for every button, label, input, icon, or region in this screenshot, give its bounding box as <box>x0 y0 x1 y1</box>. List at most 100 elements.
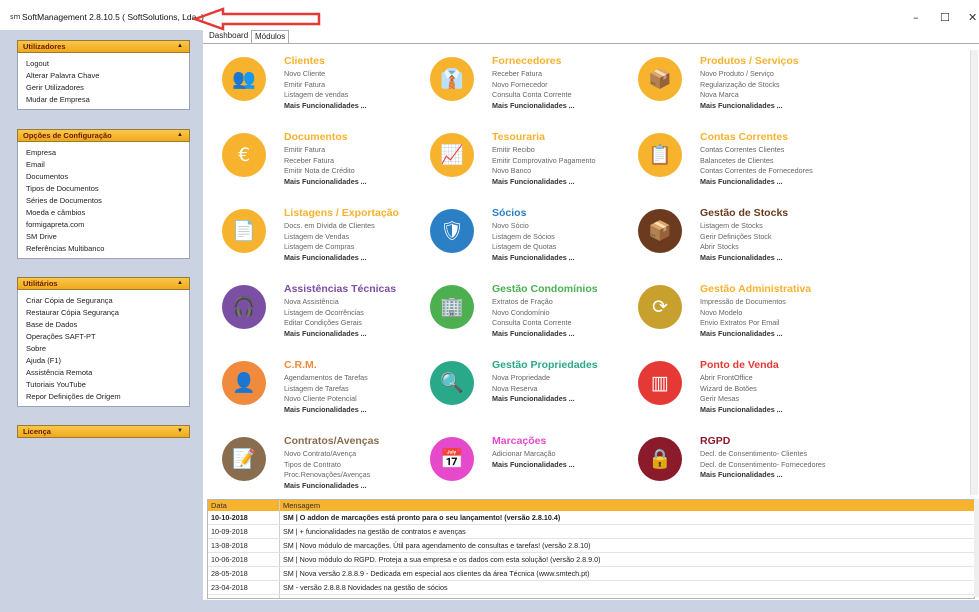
module-title[interactable]: Sócios <box>492 207 526 219</box>
module-link[interactable]: Novo Condomínio <box>492 308 550 317</box>
table-row[interactable]: 28-05-2018 SM | Nova versão 2.8.8.9 - Ded… <box>208 568 974 581</box>
module-title[interactable]: Fornecedores <box>492 55 561 67</box>
module-title[interactable]: Gestão de Stocks <box>700 207 788 219</box>
module-link[interactable]: Nova Assistência <box>284 297 339 306</box>
sidebar-item-formigapreta[interactable]: formigapreta.com <box>26 219 189 231</box>
module-link[interactable]: Novo Banco <box>492 166 531 175</box>
chevron-up-icon[interactable]: ▲ <box>177 130 183 141</box>
module-link[interactable]: Listagem de Vendas <box>284 232 349 241</box>
contract-icon[interactable]: 📝 <box>222 437 266 481</box>
module-contract[interactable]: 📝 Contratos/Avenças Novo Contrato/Avença Ti… <box>222 435 422 505</box>
module-list-export[interactable]: 📄 Listagens / Exportação Docs. em Dívida d… <box>222 207 422 277</box>
more-features-link[interactable]: Mais Funcionalidades ... <box>492 253 575 262</box>
sidebar-item-alterar-palavra-chave[interactable]: Alterar Palavra Chave <box>26 70 189 82</box>
more-features-link[interactable]: Mais Funcionalidades ... <box>284 329 367 338</box>
barcode-icon[interactable]: ▥ <box>638 361 682 405</box>
sidebar-item-ajuda[interactable]: Ajuda (F1) <box>26 355 189 367</box>
ledger-icon[interactable]: 📋 <box>638 133 682 177</box>
sidebar-item-restaurar-copia-seguranca[interactable]: Restaurar Cópia Segurança <box>26 307 189 319</box>
module-link[interactable]: Abrir Stocks <box>700 242 739 251</box>
module-link[interactable]: Emitir Fatura <box>284 80 325 89</box>
sidebar-item-logout[interactable]: Logout <box>26 58 189 70</box>
more-features-link[interactable]: Mais Funcionalidades ... <box>700 470 783 479</box>
module-title[interactable]: Produtos / Serviços <box>700 55 799 67</box>
module-link[interactable]: Nova Propriedade <box>492 373 550 382</box>
module-link[interactable]: Editar Condições Gerais <box>284 318 362 327</box>
module-link[interactable]: Contas Correntes Clientes <box>700 145 784 154</box>
module-link[interactable]: Agendamentos de Tarefas <box>284 373 368 382</box>
module-property-search[interactable]: 🔍 Gestão Propriedades Nova Propriedade Nova… <box>430 359 630 429</box>
module-link[interactable]: Gerir Mesas <box>700 394 739 403</box>
panel-header-utilitarios[interactable]: Utilitários ▲ <box>17 277 190 290</box>
tab-dashboard[interactable]: Dashboard <box>206 30 251 42</box>
more-features-link[interactable]: Mais Funcionalidades ... <box>492 460 575 469</box>
module-link[interactable]: Wizard de Botões <box>700 384 757 393</box>
calendar-icon[interactable]: 📅 <box>430 437 474 481</box>
euro-document-icon[interactable]: € <box>222 133 266 177</box>
more-features-link[interactable]: Mais Funcionalidades ... <box>700 329 783 338</box>
sidebar-item-gerir-utilizadores[interactable]: Gerir Utilizadores <box>26 82 189 94</box>
module-link[interactable]: Consulta Conta Corrente <box>492 318 572 327</box>
sidebar-item-referencias-multibanco[interactable]: Referências Multibanco <box>26 243 189 255</box>
modules-scrollbar[interactable] <box>970 50 978 495</box>
maximize-button[interactable]: ☐ <box>940 11 950 24</box>
panel-header-utilizadores[interactable]: Utilizadores ▲ <box>17 40 190 53</box>
stock-boxes-icon[interactable]: 📦 <box>638 209 682 253</box>
sidebar-item-sm-drive[interactable]: SM Drive <box>26 231 189 243</box>
module-link[interactable]: Listagem de Quotas <box>492 242 556 251</box>
module-link[interactable]: Novo Cliente Potencial <box>284 394 357 403</box>
more-features-link[interactable]: Mais Funcionalidades ... <box>700 405 783 414</box>
module-link[interactable]: Impressão de Documentos <box>700 297 786 306</box>
module-link[interactable]: Novo Produto / Serviço <box>700 69 774 78</box>
module-link[interactable]: Listagem de vendas <box>284 90 348 99</box>
module-members-shield[interactable]: 🛡 Sócios Novo Sócio Listagem de Sócios Lista… <box>430 207 630 277</box>
property-search-icon[interactable]: 🔍 <box>430 361 474 405</box>
support-agent-icon[interactable]: 🎧 <box>222 285 266 329</box>
sidebar-item-criar-copia-seguranca[interactable]: Criar Cópia de Segurança <box>26 295 189 307</box>
module-link[interactable]: Listagem de Stocks <box>700 221 763 230</box>
module-barcode[interactable]: ▥ Ponto de Venda Abrir FrontOffice Wizard d… <box>638 359 838 429</box>
sidebar-item-sobre[interactable]: Sobre <box>26 343 189 355</box>
module-link[interactable]: Decl. de Consentimento- Fornecedores <box>700 460 825 469</box>
more-features-link[interactable]: Mais Funcionalidades ... <box>700 253 783 262</box>
more-features-link[interactable]: Mais Funcionalidades ... <box>492 394 575 403</box>
sidebar-item-operacoes-saft[interactable]: Operações SAFT-PT <box>26 331 189 343</box>
module-link[interactable]: Abrir FrontOffice <box>700 373 753 382</box>
module-link[interactable]: Balancetes de Clientes <box>700 156 774 165</box>
module-title[interactable]: Gestão Administrativa <box>700 283 811 295</box>
module-admin-cycle[interactable]: ⟳ Gestão Administrativa Impressão de Docum… <box>638 283 838 353</box>
module-link[interactable]: Emitir Nota de Crédito <box>284 166 355 175</box>
suppliers-icon[interactable]: 👔 <box>430 57 474 101</box>
crm-people-icon[interactable]: 👤 <box>222 361 266 405</box>
module-link[interactable]: Contas Correntes de Fornecedores <box>700 166 813 175</box>
module-suppliers[interactable]: 👔 Fornecedores Receber Fatura Novo Forneced… <box>430 55 630 125</box>
panel-header-opcoes-configuracao[interactable]: Opções de Configuração ▲ <box>17 129 190 142</box>
sidebar-item-series-documentos[interactable]: Séries de Documentos <box>26 195 189 207</box>
column-header-data[interactable]: Data <box>211 500 277 511</box>
module-boxes[interactable]: 📦 Produtos / Serviços Novo Produto / Servi… <box>638 55 838 125</box>
module-link[interactable]: Emitir Recibo <box>492 145 535 154</box>
module-link[interactable]: Novo Modelo <box>700 308 742 317</box>
sidebar-item-tipos-documentos[interactable]: Tipos de Documentos <box>26 183 189 195</box>
module-lock[interactable]: 🔒 RGPD Decl. de Consentimento- Clientes Dec… <box>638 435 838 505</box>
sidebar-item-mudar-de-empresa[interactable]: Mudar de Empresa <box>26 94 189 106</box>
module-link[interactable]: Receber Fatura <box>492 69 542 78</box>
more-features-link[interactable]: Mais Funcionalidades ... <box>284 253 367 262</box>
module-title[interactable]: Ponto de Venda <box>700 359 779 371</box>
module-link[interactable]: Listagem de Ocorrências <box>284 308 364 317</box>
sidebar-item-moeda-cambios[interactable]: Moeda e câmbios <box>26 207 189 219</box>
module-link[interactable]: Extratos de Fração <box>492 297 553 306</box>
module-title[interactable]: Listagens / Exportação <box>284 207 399 219</box>
chevron-down-icon[interactable]: ▼ <box>177 426 183 437</box>
module-link[interactable]: Listagem de Compras <box>284 242 354 251</box>
more-features-link[interactable]: Mais Funcionalidades ... <box>700 177 783 186</box>
more-features-link[interactable]: Mais Funcionalidades ... <box>284 481 367 490</box>
panel-header-licenca[interactable]: Licença ▼ <box>17 425 190 438</box>
more-features-link[interactable]: Mais Funcionalidades ... <box>284 101 367 110</box>
module-link[interactable]: Proc.Renovações/Avenças <box>284 470 370 479</box>
module-title[interactable]: Gestão Propriedades <box>492 359 598 371</box>
more-features-link[interactable]: Mais Funcionalidades ... <box>700 101 783 110</box>
sidebar-item-base-de-dados[interactable]: Base de Dados <box>26 319 189 331</box>
module-link[interactable]: Listagem de Tarefas <box>284 384 349 393</box>
table-row[interactable]: 23-04-2018 SM - versão 2.8.8.8 Novidades … <box>208 582 974 595</box>
